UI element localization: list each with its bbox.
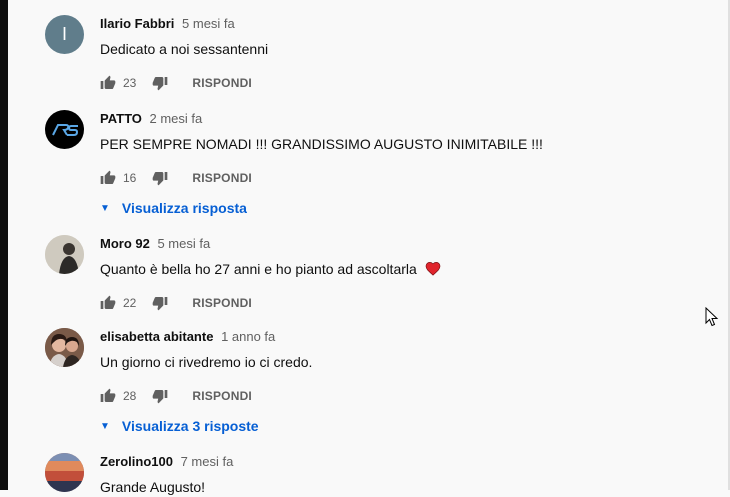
comment-text: Un giorno ci rivedremo io ci credo. (100, 354, 313, 370)
avatar[interactable] (45, 328, 84, 367)
comment-text: PER SEMPRE NOMADI !!! GRANDISSIMO AUGUST… (100, 136, 543, 152)
sunset-photo-icon (45, 453, 84, 492)
avatar[interactable]: I (45, 15, 84, 54)
reply-button[interactable]: RISPONDI (192, 389, 252, 403)
dislike-icon[interactable] (152, 388, 168, 404)
comment-time[interactable]: 5 mesi fa (157, 236, 210, 251)
view-replies-label: Visualizza 3 risposte (121, 418, 259, 434)
comment-author[interactable]: elisabetta abitante (100, 329, 213, 344)
view-replies-label: Visualizza risposta (121, 200, 247, 216)
like-count: 16 (123, 171, 137, 185)
like-count: 22 (123, 296, 137, 310)
reply-button[interactable]: RISPONDI (192, 296, 252, 310)
view-replies-button[interactable]: ▼ Visualizza risposta (100, 198, 700, 218)
reply-button[interactable]: RISPONDI (192, 76, 252, 90)
comment-time[interactable]: 1 anno fa (221, 329, 275, 344)
like-icon[interactable] (100, 170, 116, 186)
comment-author[interactable]: PATTO (100, 111, 142, 126)
person-photo-icon (45, 235, 84, 274)
dislike-icon[interactable] (152, 295, 168, 311)
avatar[interactable] (45, 110, 84, 149)
like-icon[interactable] (100, 75, 116, 91)
avatar-initial: I (61, 24, 67, 44)
dislike-icon[interactable] (152, 75, 168, 91)
like-icon[interactable] (100, 295, 116, 311)
comment-time[interactable]: 2 mesi fa (150, 111, 203, 126)
comment-time[interactable]: 5 mesi fa (182, 16, 235, 31)
comment-author[interactable]: Zerolino100 (100, 454, 173, 469)
avatar[interactable] (45, 453, 84, 492)
comment-text: Quanto è bella ho 27 anni e ho pianto ad… (100, 261, 417, 277)
heart-emoji-icon (425, 262, 441, 276)
chevron-down-icon: ▼ (100, 420, 110, 432)
rs-logo-icon (51, 123, 78, 136)
avatar[interactable] (45, 235, 84, 274)
couple-photo-icon (45, 328, 84, 367)
comment-text: Dedicato a noi sessantenni (100, 41, 269, 57)
comment-author[interactable]: Moro 92 (100, 236, 150, 251)
view-replies-button[interactable]: ▼ Visualizza 3 risposte (100, 416, 700, 436)
comment-text-row: Quanto è bella ho 27 anni e ho pianto ad… (100, 259, 700, 279)
like-icon[interactable] (100, 388, 116, 404)
left-frame-edge (0, 0, 8, 490)
comment-author[interactable]: Ilario Fabbri (100, 16, 174, 31)
like-count: 23 (123, 76, 137, 90)
reply-button[interactable]: RISPONDI (192, 171, 252, 185)
dislike-icon[interactable] (152, 170, 168, 186)
comment-text: Grande Augusto! (100, 479, 206, 495)
like-count: 28 (123, 389, 137, 403)
comment-time[interactable]: 7 mesi fa (181, 454, 234, 469)
chevron-down-icon: ▼ (100, 202, 110, 214)
mouse-cursor-icon (705, 307, 719, 327)
